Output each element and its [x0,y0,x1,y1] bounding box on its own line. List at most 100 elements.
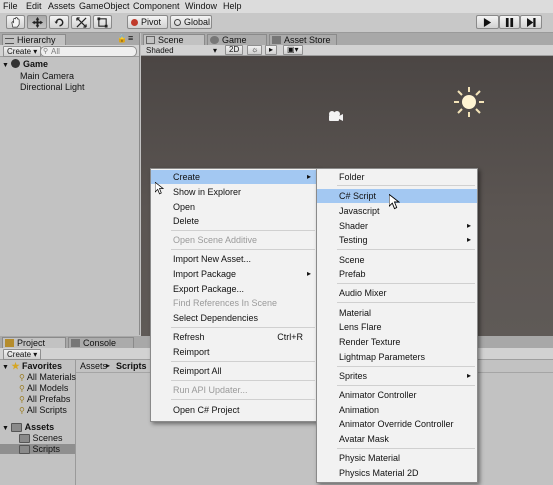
audio-toggle-button[interactable]: ▸ [265,45,278,55]
shading-mode-dropdown[interactable]: Shaded [146,46,174,55]
speaker-icon: ▸ [269,45,274,54]
menu-item-import-new-asset[interactable]: Import New Asset... [151,252,317,266]
submenu-arrow-icon: ▸ [466,221,471,230]
menu-help[interactable]: Help [223,1,242,11]
rect-tool-button[interactable] [93,15,112,29]
tab-project[interactable]: Project [2,337,66,348]
menu-item-label: Prefab [339,269,366,279]
submenu-item-testing[interactable]: Testing ▸ [317,233,477,247]
menu-assets[interactable]: Assets [48,1,75,11]
folder-scripts[interactable]: Scripts [0,444,75,455]
menu-item-reimport-all[interactable]: Reimport All [151,364,317,378]
tab-scene[interactable]: Scene [143,34,205,45]
breadcrumb-scripts[interactable]: Scripts [116,361,147,371]
menu-item-label: Javascript [339,206,380,216]
menu-separator [171,399,315,400]
scale-tool-button[interactable] [71,15,91,29]
effects-dropdown-button[interactable]: ▣▾ [283,45,303,55]
menu-item-label: Reimport All [173,366,222,376]
assets-root[interactable]: ▼ Assets [2,422,55,433]
menu-item-label: Refresh [173,332,205,342]
submenu-item-scene[interactable]: Scene [317,253,477,267]
rect-icon [97,16,108,28]
submenu-item-physics-material-2d[interactable]: Physics Material 2D [317,466,477,480]
breadcrumb-assets[interactable]: Assets [80,361,107,371]
favorite-all-materials[interactable]: ⚲ All Materials [19,372,76,382]
menu-item-label: Run API Updater... [173,385,248,395]
step-button[interactable] [520,15,542,29]
scene-root[interactable]: ▼ Game [2,59,48,69]
pause-button[interactable] [499,15,520,29]
shading-mode-label: Shaded [146,46,174,55]
submenu-item-material[interactable]: Material [317,306,477,320]
menu-edit[interactable]: Edit [26,1,42,11]
submenu-item-animation[interactable]: Animation [317,403,477,417]
toggle-2d-button[interactable]: 2D [225,45,244,55]
image-icon: ▣▾ [287,45,299,54]
directional-light-gizmo-icon[interactable] [453,86,485,118]
tab-hierarchy[interactable]: Hierarchy [2,34,66,45]
menu-window[interactable]: Window [185,1,217,11]
hierarchy-create-button[interactable]: Create ▾ [3,46,42,57]
panel-menu-icon[interactable]: ≡ [128,33,133,43]
submenu-item-folder[interactable]: Folder [317,170,477,184]
lighting-toggle-button[interactable]: ☼ [247,45,263,55]
rotate-tool-button[interactable] [49,15,69,29]
lock-icon[interactable]: 🔒 [117,34,127,43]
project-tree: ▼ ★ Favorites ⚲ All Materials ⚲ All Mode… [0,360,76,485]
submenu-item-animator-controller[interactable]: Animator Controller [317,388,477,402]
submenu-item-prefab[interactable]: Prefab [317,267,477,281]
project-create-button[interactable]: Create ▾ [3,349,42,360]
favorite-all-prefabs[interactable]: ⚲ All Prefabs [19,394,70,404]
tab-game[interactable]: Game [207,34,267,45]
menu-separator [337,448,475,449]
menu-component[interactable]: Component [133,1,180,11]
submenu-item-shader[interactable]: Shader ▸ [317,219,477,233]
favorite-all-scripts[interactable]: ⚲ All Scripts [19,405,67,415]
move-tool-button[interactable] [27,15,47,29]
favorites-header[interactable]: ▼ ★ Favorites [2,361,62,372]
menu-item-show-in-explorer[interactable]: Show in Explorer [151,185,317,199]
submenu-item-lightmap-parameters[interactable]: Lightmap Parameters [317,350,477,364]
menu-item-import-package[interactable]: Import Package ▸ [151,267,317,281]
submenu-item-animator-override-controller[interactable]: Animator Override Controller [317,417,477,431]
menu-item-open-csharp-project[interactable]: Open C# Project [151,403,317,417]
menu-item-label: Reimport [173,347,210,357]
folder-scenes[interactable]: Scenes [19,433,63,444]
create-submenu: Folder C# Script Javascript Shader ▸ Test… [316,168,478,483]
favorite-all-models[interactable]: ⚲ All Models [19,383,68,393]
menu-file[interactable]: File [3,1,18,11]
submenu-item-avatar-mask[interactable]: Avatar Mask [317,432,477,446]
menu-item-delete[interactable]: Delete [151,214,317,228]
menu-gameobject[interactable]: GameObject [79,1,130,11]
hierarchy-item-label: Main Camera [20,71,75,81]
submenu-item-render-texture[interactable]: Render Texture [317,335,477,349]
submenu-arrow-icon: ▸ [466,371,471,380]
submenu-item-physic-material[interactable]: Physic Material [317,451,477,465]
menu-item-reimport[interactable]: Reimport [151,345,317,359]
menu-item-export-package[interactable]: Export Package... [151,282,317,296]
pivot-label: Pivot [141,17,162,27]
hierarchy-search-input[interactable]: ⚲ All [40,46,137,57]
submenu-item-sprites[interactable]: Sprites ▸ [317,369,477,383]
menu-item-refresh[interactable]: Refresh Ctrl+R [151,330,317,344]
menu-item-open[interactable]: Open [151,200,317,214]
tab-console[interactable]: Console [68,337,134,348]
list-icon [5,38,14,44]
hierarchy-item-directional-light[interactable]: Directional Light [20,82,85,92]
hand-tool-button[interactable] [6,15,25,29]
pivot-toggle-button[interactable]: Pivot [127,15,168,29]
assets-label: Assets [24,422,55,432]
menu-item-create[interactable]: Create ▸ [151,170,317,184]
global-toggle-button[interactable]: Global [170,15,212,29]
menu-item-label: Material [339,308,372,318]
play-button[interactable] [476,15,499,29]
camera-gizmo-icon[interactable] [327,110,343,122]
tab-asset-store[interactable]: Asset Store [269,34,337,45]
menu-item-select-dependencies[interactable]: Select Dependencies [151,311,317,325]
submenu-item-lens-flare[interactable]: Lens Flare [317,320,477,334]
submenu-item-audio-mixer[interactable]: Audio Mixer [317,286,477,300]
menu-shortcut: Ctrl+R [277,332,303,342]
hierarchy-item-main-camera[interactable]: Main Camera [20,71,74,81]
toolbar: Pivot Global [0,13,553,33]
